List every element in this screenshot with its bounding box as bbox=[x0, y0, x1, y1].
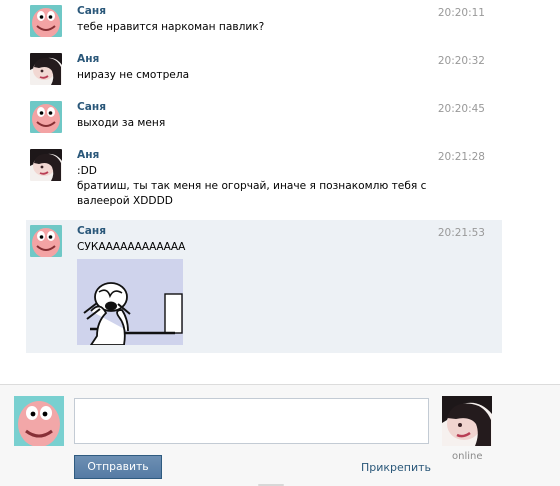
send-button[interactable]: Отправить bbox=[74, 455, 162, 479]
patrick-avatar[interactable] bbox=[30, 101, 62, 133]
patrick-avatar[interactable] bbox=[30, 5, 62, 37]
message-item: Саня тебе нравится наркоман павлик? 20:2… bbox=[26, 0, 502, 46]
patrick-composer-avatar[interactable] bbox=[14, 396, 64, 446]
message-text: СУКАААААААААААА bbox=[77, 241, 186, 253]
message-text: :DD братииш, ты так меня не огорчай, ина… bbox=[77, 165, 427, 207]
patrick-avatar[interactable] bbox=[30, 225, 62, 257]
online-status: online bbox=[452, 451, 483, 462]
message-item: Аня ниразу не смотрела 20:20:32 bbox=[26, 48, 502, 94]
attach-link[interactable]: Прикрепить bbox=[361, 461, 431, 474]
message-item: Аня :DD братииш, ты так меня не огорчай,… bbox=[26, 144, 502, 218]
message-item: Саня выходи за меня 20:20:45 bbox=[26, 96, 502, 142]
message-input[interactable] bbox=[74, 398, 429, 444]
message-time: 20:20:11 bbox=[437, 7, 485, 19]
anya-composer-avatar[interactable] bbox=[442, 396, 492, 446]
message-body: Саня СУКАААААААААААА bbox=[77, 224, 482, 345]
message-body: Аня :DD братииш, ты так меня не огорчай,… bbox=[77, 148, 482, 209]
message-item-selected: Саня СУКАААААААААААА 20:21:53 bbox=[26, 220, 502, 353]
message-text: выходи за меня bbox=[77, 117, 166, 129]
message-text: ниразу не смотрела bbox=[77, 69, 190, 81]
message-time: 20:21:53 bbox=[437, 227, 485, 239]
message-author[interactable]: Аня bbox=[77, 52, 482, 66]
message-time: 20:20:45 bbox=[437, 103, 485, 115]
chat-window: Саня тебе нравится наркоман павлик? 20:2… bbox=[0, 0, 560, 486]
message-author[interactable]: Саня bbox=[77, 224, 482, 238]
message-body: Саня тебе нравится наркоман павлик? bbox=[77, 4, 482, 35]
message-text: тебе нравится наркоман павлик? bbox=[77, 21, 265, 33]
anya-avatar[interactable] bbox=[30, 53, 62, 85]
message-time: 20:21:28 bbox=[437, 151, 485, 163]
anya-avatar[interactable] bbox=[30, 149, 62, 181]
message-author[interactable]: Саня bbox=[77, 100, 482, 114]
message-body: Саня выходи за меня bbox=[77, 100, 482, 131]
message-list: Саня тебе нравится наркоман павлик? 20:2… bbox=[0, 0, 560, 380]
message-author[interactable]: Саня bbox=[77, 4, 482, 18]
message-author[interactable]: Аня bbox=[77, 148, 482, 162]
rage-comic-image[interactable] bbox=[77, 259, 183, 345]
message-composer: Отправить Прикрепить online bbox=[0, 384, 560, 486]
message-time: 20:20:32 bbox=[437, 55, 485, 67]
message-body: Аня ниразу не смотрела bbox=[77, 52, 482, 83]
